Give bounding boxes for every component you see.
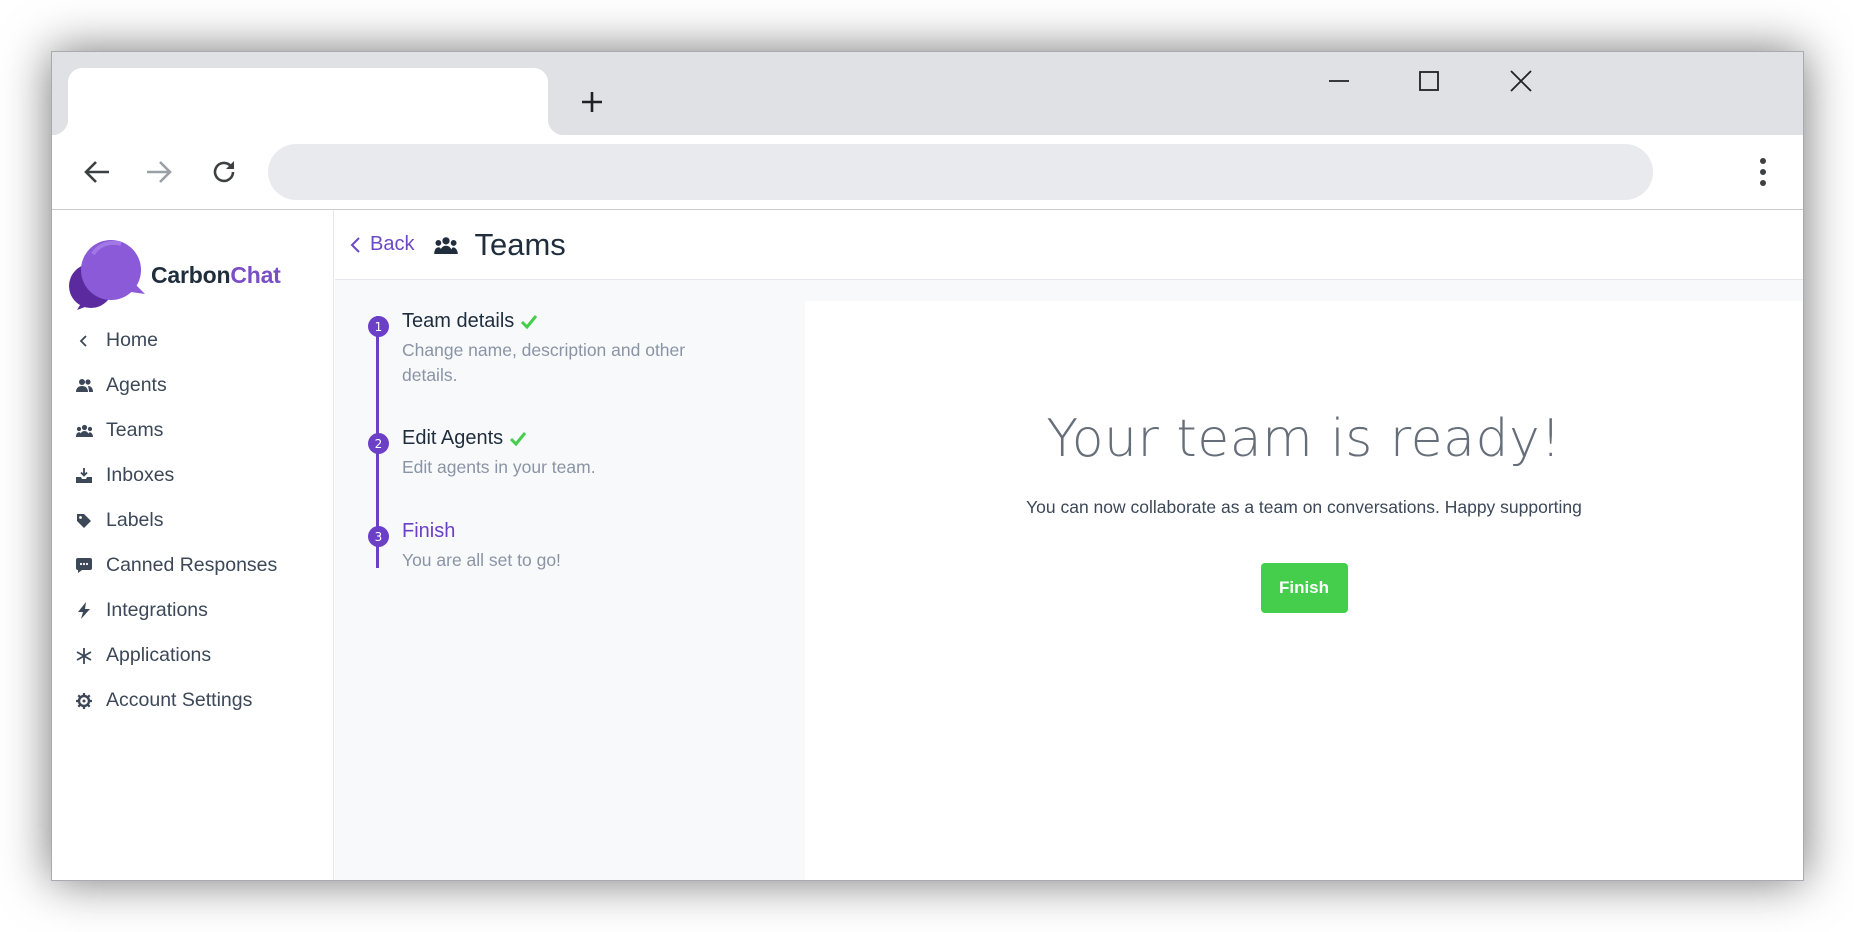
brand-name: CarbonChat — [151, 261, 281, 288]
sidebar-item-home[interactable]: Home — [52, 318, 333, 363]
step-title: Edit Agents — [402, 427, 527, 450]
teams-icon — [74, 421, 94, 441]
close-icon[interactable] — [1496, 56, 1546, 106]
minimize-icon[interactable] — [1314, 56, 1364, 106]
sidebar-item-label: Labels — [106, 509, 164, 531]
asterisk-icon — [74, 646, 94, 666]
tab-bar — [52, 52, 1803, 135]
sidebar-item-agents[interactable]: Agents — [52, 363, 333, 408]
browser-window: CarbonChat Home Agents Teams Inboxes Lab… — [51, 51, 1804, 881]
forward-arrow-icon[interactable] — [134, 147, 184, 197]
sidebar-item-applications[interactable]: Applications — [52, 633, 333, 678]
sidebar-item-teams[interactable]: Teams — [52, 408, 333, 453]
page-title: Teams — [474, 226, 566, 262]
sidebar-item-label: Teams — [106, 419, 164, 441]
back-button[interactable]: Back — [350, 233, 414, 256]
wizard-steps: 1 Team details Change name, description … — [335, 280, 755, 880]
sidebar-item-inboxes[interactable]: Inboxes — [52, 453, 333, 498]
reload-icon[interactable] — [199, 147, 249, 197]
brand[interactable]: CarbonChat — [69, 235, 281, 315]
chevron-left-icon — [74, 331, 94, 351]
page-header: Back Teams — [335, 210, 1803, 280]
gear-icon — [74, 691, 94, 711]
new-tab-icon[interactable] — [572, 82, 612, 122]
tag-icon — [74, 511, 94, 531]
browser-toolbar — [52, 135, 1803, 210]
sidebar-item-label: Account Settings — [106, 689, 253, 711]
sidebar-item-labels[interactable]: Labels — [52, 498, 333, 543]
sidebar-menu: Home Agents Teams Inboxes Labels Canned … — [52, 318, 333, 723]
address-bar[interactable] — [268, 144, 1653, 200]
browser-tab[interactable] — [52, 68, 564, 135]
step-number: 1 — [368, 316, 389, 337]
back-label: Back — [370, 233, 415, 255]
completion-message: You can now collaborate as a team on con… — [1026, 497, 1582, 517]
step-number: 3 — [368, 526, 389, 547]
check-icon — [520, 314, 538, 330]
step-description: You are all set to go! — [402, 550, 561, 570]
chat-bubble-icon — [74, 556, 94, 576]
completion-heading: Your team is ready! — [1046, 409, 1562, 469]
maximize-icon[interactable] — [1404, 56, 1454, 106]
step-title: Finish — [402, 520, 456, 542]
step-description: Change name, description and other detai… — [402, 340, 686, 385]
chevron-left-icon — [350, 236, 362, 254]
teams-icon — [434, 236, 459, 254]
sidebar-item-label: Inboxes — [106, 464, 175, 486]
main-content: Back Teams 1 Team details Change name, d… — [335, 210, 1803, 880]
logo-icon — [69, 234, 145, 316]
sidebar-item-canned-responses[interactable]: Canned Responses — [52, 543, 333, 588]
sidebar-item-integrations[interactable]: Integrations — [52, 588, 333, 633]
step-title: Team details — [402, 310, 538, 333]
sidebar-item-label: Integrations — [106, 599, 208, 621]
inbox-icon — [74, 466, 94, 486]
step-number: 2 — [368, 433, 389, 454]
sidebar-item-label: Canned Responses — [106, 554, 278, 576]
users-icon — [74, 376, 94, 396]
completion-card: Your team is ready! You can now collabor… — [805, 301, 1803, 880]
step-description: Edit agents in your team. — [402, 457, 596, 477]
finish-button[interactable]: Finish — [1260, 563, 1348, 613]
sidebar: CarbonChat Home Agents Teams Inboxes Lab… — [52, 210, 334, 880]
check-icon — [509, 431, 527, 447]
lightning-icon — [74, 601, 94, 621]
more-vert-icon[interactable] — [1743, 147, 1783, 197]
back-arrow-icon[interactable] — [72, 147, 122, 197]
sidebar-item-label: Applications — [106, 644, 212, 666]
sidebar-item-label: Home — [106, 329, 159, 351]
sidebar-item-label: Agents — [106, 374, 167, 396]
app: CarbonChat Home Agents Teams Inboxes Lab… — [52, 210, 1803, 880]
sidebar-item-account-settings[interactable]: Account Settings — [52, 678, 333, 723]
